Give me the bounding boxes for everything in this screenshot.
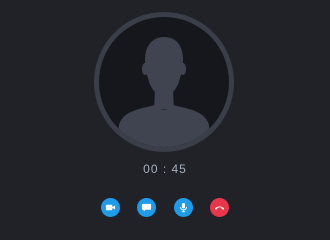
video-button[interactable] — [101, 198, 120, 217]
microphone-icon — [180, 202, 187, 213]
microphone-button[interactable] — [174, 198, 193, 217]
video-camera-icon — [105, 204, 116, 211]
end-call-button[interactable] — [210, 198, 229, 217]
chat-button[interactable] — [137, 198, 156, 217]
call-screen: 00 : 45 — [0, 0, 330, 220]
person-silhouette-icon — [117, 37, 211, 147]
call-timer: 00 : 45 — [143, 162, 187, 176]
caller-avatar — [94, 12, 234, 152]
call-controls — [0, 198, 330, 218]
chat-bubble-icon — [141, 203, 152, 212]
end-call-icon — [214, 206, 225, 210]
avatar-background — [99, 17, 229, 147]
